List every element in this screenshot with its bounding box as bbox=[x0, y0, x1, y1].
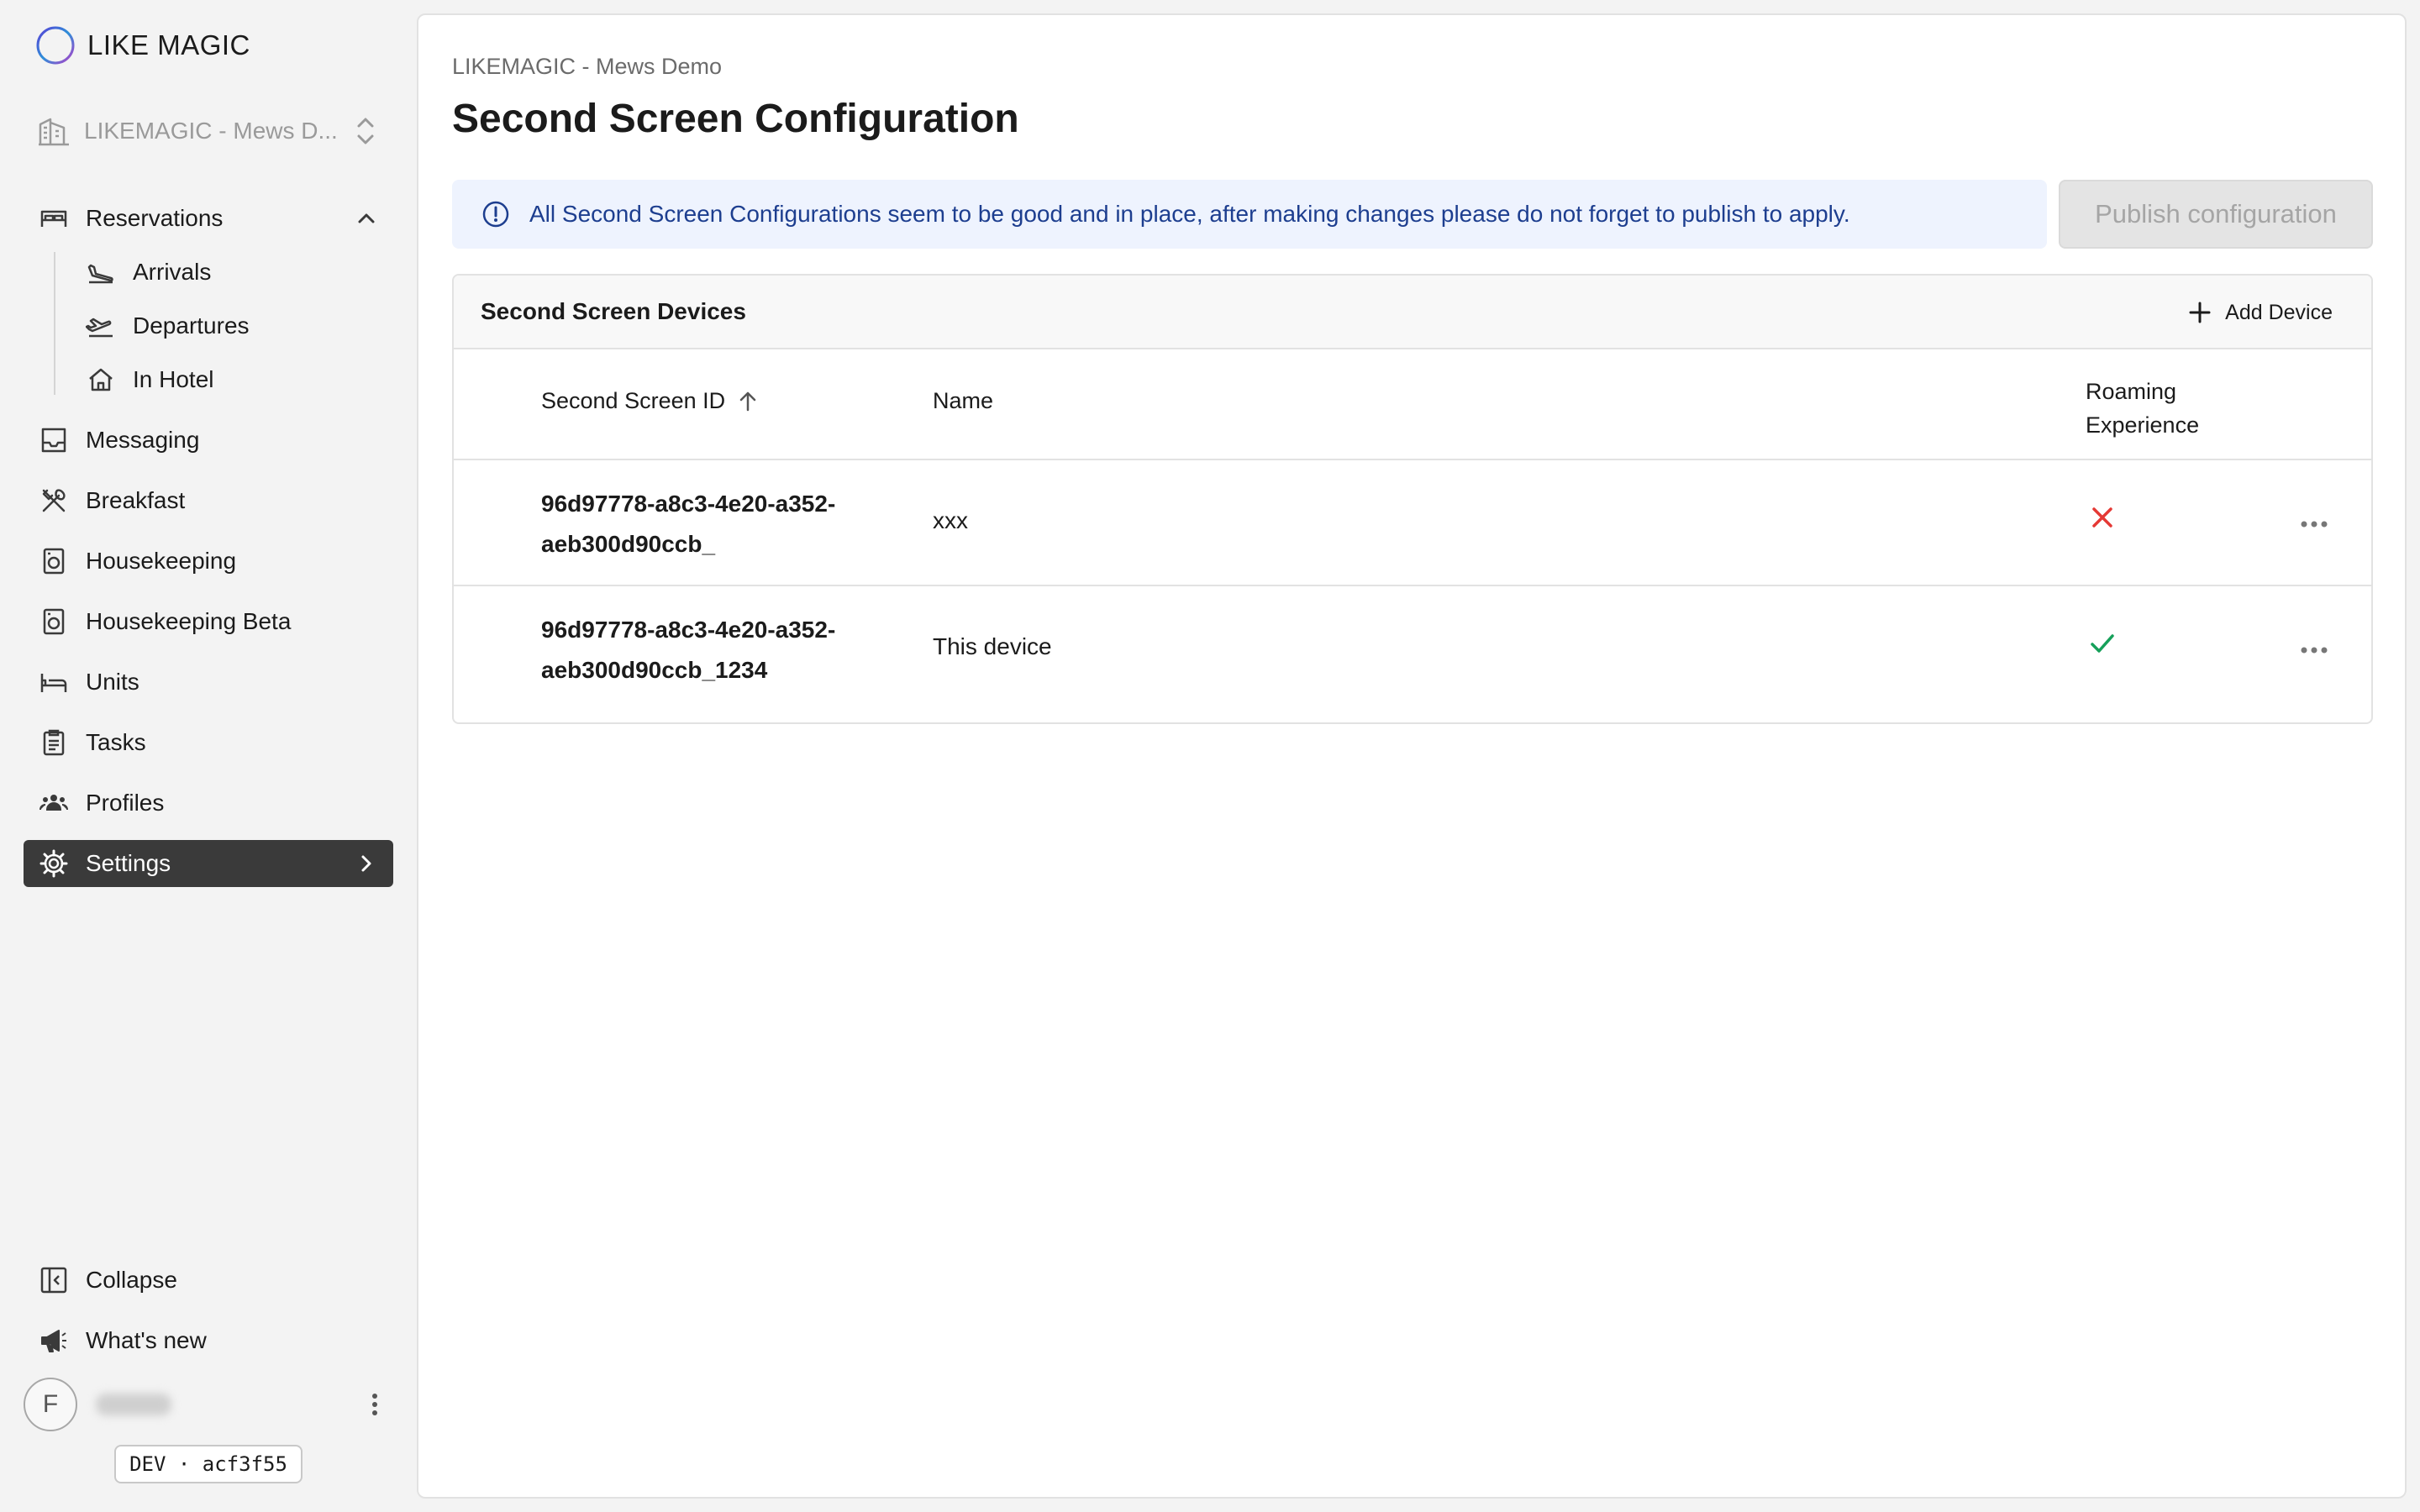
sidebar-item-settings[interactable]: Settings bbox=[24, 840, 393, 887]
sidebar-item-housekeeping[interactable]: Housekeeping bbox=[24, 538, 393, 585]
table-header: Second Screen ID Name Roaming Experience bbox=[454, 349, 2371, 460]
sidebar-item-label: Breakfast bbox=[86, 487, 186, 513]
info-alert: All Second Screen Configurations seem to… bbox=[452, 180, 2047, 249]
devices-panel: Second Screen Devices Add Device Second … bbox=[452, 274, 2373, 724]
gear-icon bbox=[39, 848, 69, 879]
sidebar-item-label: Reservations bbox=[86, 205, 224, 231]
sidebar-item-label: Departures bbox=[133, 312, 250, 339]
brand-name: LIKE MAGIC bbox=[87, 29, 250, 60]
clipboard-icon bbox=[39, 727, 69, 758]
logo-ring-icon bbox=[36, 26, 75, 65]
panel-title: Second Screen Devices bbox=[481, 298, 746, 324]
sidebar-item-housekeeping-beta[interactable]: Housekeeping Beta bbox=[24, 598, 393, 645]
table-row[interactable]: 96d97778-a8c3-4e20-a352- aeb300d90ccb_ xx… bbox=[454, 460, 2371, 586]
sidebar-item-units[interactable]: Units bbox=[24, 659, 393, 706]
avatar: F bbox=[24, 1378, 77, 1431]
logo[interactable]: LIKE MAGIC bbox=[35, 25, 250, 66]
breadcrumb: LIKEMAGIC - Mews Demo bbox=[452, 54, 723, 79]
more-horizontal-icon[interactable] bbox=[2296, 633, 2333, 667]
add-device-button[interactable]: Add Device bbox=[2186, 292, 2333, 333]
washing-machine-icon bbox=[39, 606, 69, 637]
user-menu-row[interactable]: F bbox=[24, 1378, 393, 1431]
sidebar-item-label: Profiles bbox=[86, 790, 165, 816]
sidebar-item-reservations[interactable]: Reservations bbox=[24, 195, 393, 242]
column-header-label: Second Screen ID bbox=[541, 388, 726, 413]
inbox-icon bbox=[39, 425, 69, 455]
panel-header: Second Screen Devices Add Device bbox=[454, 276, 2371, 349]
sidebar: LIKE MAGIC LIKEMAGIC - Mews D... Reserva… bbox=[0, 0, 417, 1512]
more-horizontal-icon[interactable] bbox=[2296, 507, 2333, 541]
sidebar-item-departures[interactable]: Departures bbox=[71, 302, 393, 349]
sidebar-item-label: Housekeeping bbox=[86, 548, 237, 574]
sidebar-item-arrivals[interactable]: Arrivals bbox=[71, 249, 393, 296]
chevron-right-icon bbox=[361, 855, 371, 872]
more-vertical-icon[interactable] bbox=[365, 1388, 385, 1421]
column-header-roaming[interactable]: Roaming Experience bbox=[2086, 375, 2254, 442]
plane-takeoff-icon bbox=[86, 311, 116, 341]
publish-configuration-button[interactable]: Publish configuration bbox=[2059, 180, 2373, 249]
utensils-icon bbox=[39, 486, 69, 516]
sidebar-item-label: Settings bbox=[86, 850, 171, 876]
chevron-up-icon bbox=[358, 213, 375, 223]
check-icon bbox=[2091, 634, 2114, 653]
bed-icon bbox=[39, 203, 69, 234]
sidebar-item-label: Tasks bbox=[86, 729, 146, 755]
property-name: LIKEMAGIC - Mews D... bbox=[84, 118, 338, 144]
alert-text: All Second Screen Configurations seem to… bbox=[529, 201, 1850, 227]
info-icon bbox=[482, 201, 509, 228]
device-name-cell: xxx bbox=[933, 507, 968, 533]
user-name-redacted bbox=[96, 1394, 171, 1415]
sidebar-item-label: Arrivals bbox=[133, 259, 212, 285]
sidebar-item-messaging[interactable]: Messaging bbox=[24, 417, 393, 464]
users-icon bbox=[39, 788, 69, 818]
collapse-icon bbox=[39, 1265, 69, 1295]
bed-unit-icon bbox=[39, 667, 69, 697]
chevron-updown-icon bbox=[357, 118, 374, 144]
column-header-id[interactable]: Second Screen ID bbox=[541, 388, 760, 414]
close-icon bbox=[2092, 507, 2112, 528]
washing-machine-icon bbox=[39, 546, 69, 576]
env-badge: DEV · acf3f55 bbox=[114, 1445, 302, 1483]
sidebar-item-profiles[interactable]: Profiles bbox=[24, 780, 393, 827]
submenu-divider bbox=[54, 252, 55, 395]
device-id-cell: 96d97778-a8c3-4e20-a352- aeb300d90ccb_ bbox=[541, 491, 836, 557]
device-id-cell: 96d97778-a8c3-4e20-a352- aeb300d90ccb_123… bbox=[541, 617, 836, 683]
device-name-cell: This device bbox=[933, 633, 1052, 659]
building-icon bbox=[39, 118, 69, 146]
sort-ascending-icon bbox=[739, 391, 756, 411]
main-content: LIKEMAGIC - Mews Demo Second Screen Conf… bbox=[417, 13, 2407, 1499]
page-title: Second Screen Configuration bbox=[452, 97, 1019, 141]
whats-new-button[interactable]: What's new bbox=[24, 1317, 393, 1364]
collapse-label: Collapse bbox=[86, 1267, 177, 1293]
plus-icon bbox=[2189, 302, 2211, 323]
plane-landing-icon bbox=[86, 257, 116, 287]
add-device-label: Add Device bbox=[2225, 300, 2333, 324]
megaphone-icon bbox=[39, 1326, 69, 1356]
table-row[interactable]: 96d97778-a8c3-4e20-a352- aeb300d90ccb_123… bbox=[454, 586, 2371, 712]
whats-new-label: What's new bbox=[86, 1327, 207, 1353]
collapse-button[interactable]: Collapse bbox=[24, 1257, 393, 1304]
sidebar-item-label: Messaging bbox=[86, 427, 200, 453]
home-icon bbox=[86, 365, 116, 395]
sidebar-item-tasks[interactable]: Tasks bbox=[24, 719, 393, 766]
sidebar-item-in-hotel[interactable]: In Hotel bbox=[71, 356, 393, 403]
sidebar-item-label: In Hotel bbox=[133, 366, 214, 392]
property-selector[interactable]: LIKEMAGIC - Mews D... bbox=[35, 111, 380, 151]
sidebar-item-breakfast[interactable]: Breakfast bbox=[24, 477, 393, 524]
sidebar-item-label: Housekeeping Beta bbox=[86, 608, 292, 634]
column-header-name[interactable]: Name bbox=[933, 388, 993, 414]
sidebar-item-label: Units bbox=[86, 669, 139, 695]
